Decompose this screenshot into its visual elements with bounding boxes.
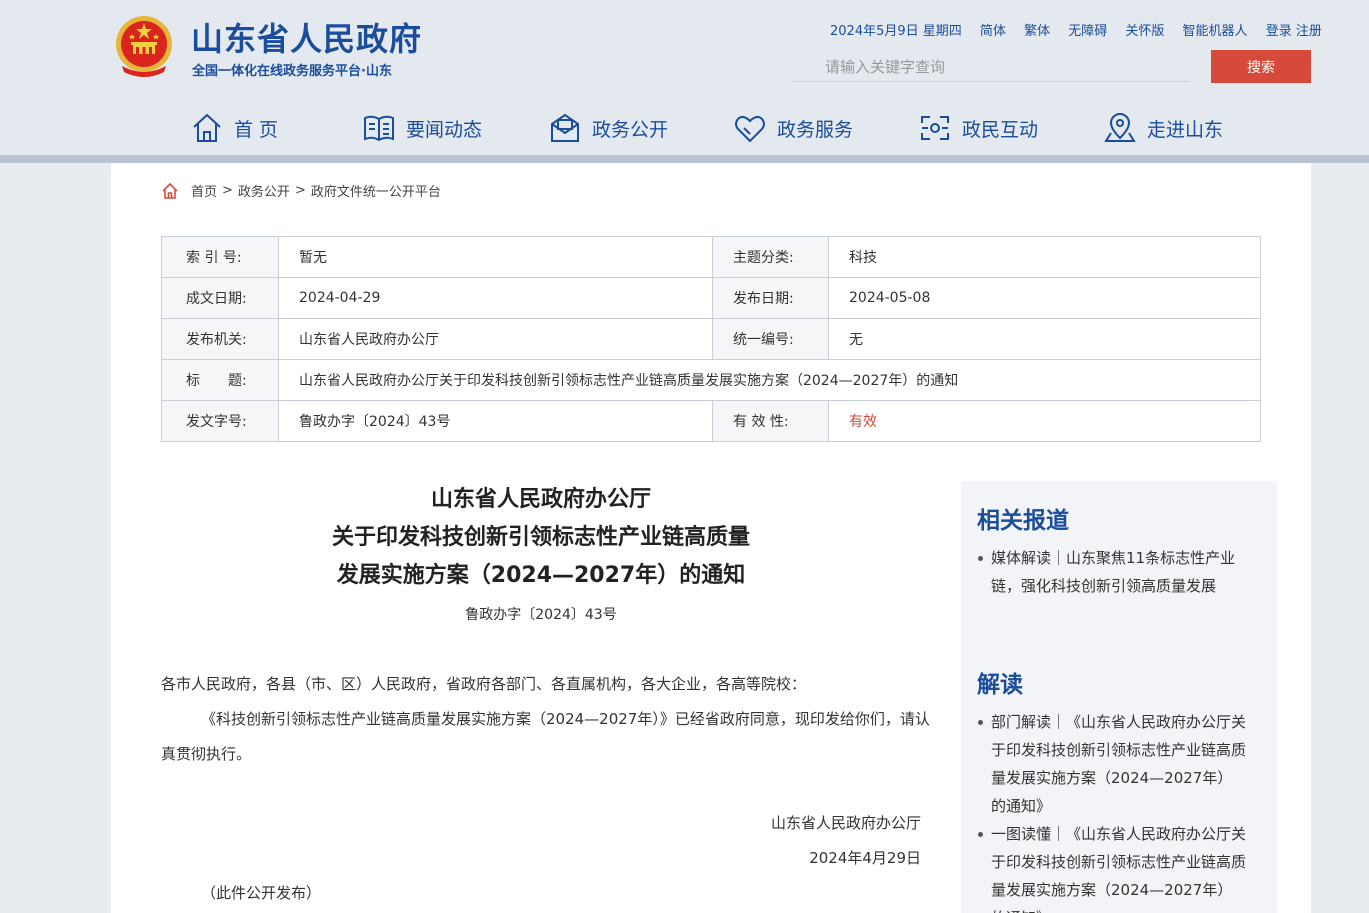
nav-shandong[interactable]: 走进山东 [1103,108,1223,148]
meta-label: 发布机关: [161,318,279,360]
validity-value: 有效 [828,400,1261,442]
related-reports-title: 相关报道 [977,508,1069,534]
meta-value: 山东省人民政府办公厅 [278,318,713,360]
interpretation-title: 解读 [977,672,1023,698]
breadcrumb-gov-open[interactable]: 政务公开 [238,181,290,200]
accessibility-link[interactable]: 无障碍 [1068,24,1107,39]
breadcrumb-separator: > [222,183,233,198]
meta-label: 成文日期: [161,277,279,319]
document-number: 鲁政办字〔2024〕43号 [465,607,617,623]
main-nav: 首 页 要闻动态 政务公开 政务服务 政民互动 走进山东 [190,108,1250,148]
breadcrumb-home[interactable]: 首页 [191,181,217,200]
related-reports-list: 媒体解读｜山东聚焦11条标志性产业链，强化科技创新引领高质量发展 [977,544,1247,600]
nav-label: 政务公开 [592,118,669,141]
signature-date: 2024年4月29日 [809,849,921,867]
nav-news[interactable]: 要闻动态 [362,108,482,148]
robot-link[interactable]: 智能机器人 [1183,24,1248,39]
site-title[interactable]: 山东省人民政府 [191,14,422,60]
meta-value: 无 [828,318,1261,360]
breadcrumb: 首页 > 政务公开 > 政府文件统一公开平台 [161,181,441,200]
breadcrumb-platform[interactable]: 政府文件统一公开平台 [311,181,441,200]
publication-note: （此件公开发布） [201,884,322,902]
map-pin-icon [1104,113,1136,142]
title-line: 发展实施方案（2024—2027年）的通知 [336,563,746,588]
table-row: 索 引 号: 暂无 主题分类: 科技 [161,236,1261,278]
table-row: 发布机关: 山东省人民政府办公厅 统一编号: 无 [161,318,1261,360]
nav-label: 政务服务 [777,118,854,141]
home-icon [162,182,178,199]
document-meta-table: 索 引 号: 暂无 主题分类: 科技 成文日期: 2024-04-29 发布日期… [161,236,1261,442]
meta-label: 发布日期: [712,277,829,319]
list-item[interactable]: 一图读懂｜《山东省人民政府办公厅关于印发科技创新引领标志性产业链高质量发展实施方… [977,820,1247,913]
site-subtitle[interactable]: 全国一体化在线政务服务平台·山东 [192,60,392,79]
interact-icon [921,116,949,140]
search-button[interactable]: 搜索 [1211,50,1311,83]
meta-value: 2024-05-08 [828,277,1261,319]
list-item[interactable]: 部门解读｜《山东省人民政府办公厅关于印发科技创新引领标志性产业链高质量发展实施方… [977,708,1247,820]
meta-label: 索 引 号: [161,236,279,278]
meta-value: 科技 [828,236,1261,278]
meta-value: 暂无 [278,236,713,278]
signature-org: 山东省人民政府办公厅 [770,814,921,832]
breadcrumb-separator: > [294,183,306,198]
search-input[interactable] [791,52,1190,82]
nav-label: 首 页 [234,118,279,141]
date-text: 2024年5月9日 星期四 [830,24,962,39]
meta-value: 山东省人民政府办公厅关于印发科技创新引领标志性产业链高质量发展实施方案（2024… [278,359,1261,401]
document-title: 山东省人民政府办公厅 关于印发科技创新引领标志性产业链高质量 发展实施方案（20… [161,481,921,595]
site-header: 山东省人民政府 全国一体化在线政务服务平台·山东 2024年5月9日 星期四 简… [0,0,1369,157]
meta-value: 鲁政办字〔2024〕43号 [278,400,713,442]
nav-gov-open[interactable]: 政务公开 [548,108,668,148]
body-paragraph: 《科技创新引领标志性产业链高质量发展实施方案（2024—2027年）》已经省政府… [161,710,930,763]
traditional-link[interactable]: 繁体 [1024,24,1050,39]
meta-label: 有 效 性: [712,400,829,442]
nav-label: 政民互动 [962,118,1039,141]
nav-label: 走进山东 [1147,118,1224,141]
login-register-link[interactable]: 登录 注册 [1266,24,1322,39]
simplified-link[interactable]: 简体 [980,24,1006,39]
heart-icon [735,115,765,143]
main-content: 首页 > 政务公开 > 政府文件统一公开平台 索 引 号: 暂无 主题分类: 科… [111,163,1311,913]
header-divider [0,155,1369,163]
table-row: 成文日期: 2024-04-29 发布日期: 2024-05-08 [161,277,1261,319]
body-paragraph: 各市人民政府，各县（市、区）人民政府，省政府各部门、各直属机构，各大企业，各高等… [161,675,807,693]
sidebar: 相关报道 媒体解读｜山东聚焦11条标志性产业链，强化科技创新引领高质量发展 解读… [961,481,1277,913]
nav-label: 要闻动态 [406,118,483,141]
meta-label: 标 题: [161,359,279,401]
title-line: 山东省人民政府办公厅 [430,487,651,512]
national-emblem-icon[interactable] [112,14,176,78]
nav-home[interactable]: 首 页 [190,108,278,148]
meta-label: 统一编号: [712,318,829,360]
mail-icon [551,113,579,142]
meta-label: 发文字号: [161,400,279,442]
list-item[interactable]: 媒体解读｜山东聚焦11条标志性产业链，强化科技创新引领高质量发展 [977,544,1247,600]
nav-gov-service[interactable]: 政务服务 [733,108,853,148]
book-icon [364,115,394,142]
interpretation-list: 部门解读｜《山东省人民政府办公厅关于印发科技创新引领标志性产业链高质量发展实施方… [977,708,1247,913]
nav-interaction[interactable]: 政民互动 [918,108,1038,148]
care-mode-link[interactable]: 关怀版 [1125,24,1164,39]
title-line: 关于印发科技创新引领标志性产业链高质量 [331,525,750,550]
table-row: 发文字号: 鲁政办字〔2024〕43号 有 效 性: 有效 [161,400,1261,442]
table-row: 标 题: 山东省人民政府办公厅关于印发科技创新引领标志性产业链高质量发展实施方案… [161,359,1261,401]
meta-label: 主题分类: [712,236,829,278]
top-links: 2024年5月9日 星期四 简体 繁体 无障碍 关怀版 智能机器人 登录 注册 [830,20,1322,39]
meta-value: 2024-04-29 [278,277,713,319]
home-icon [193,113,221,142]
